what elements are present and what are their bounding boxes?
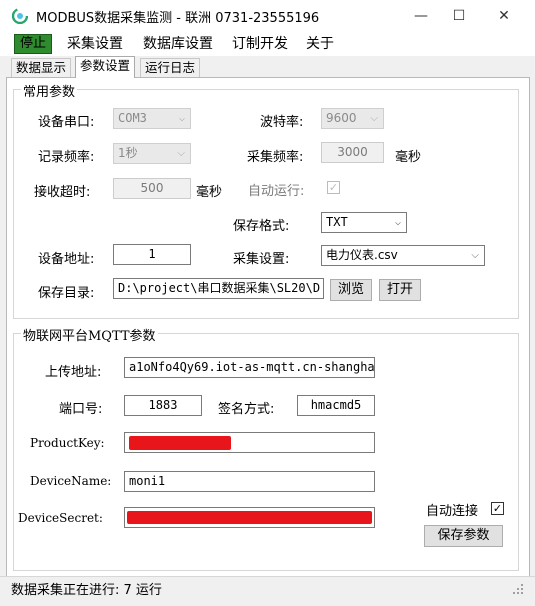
common-params-title: 常用参数 xyxy=(21,81,78,100)
device-secret-label: DeviceSecret: xyxy=(18,511,103,525)
baud-select[interactable]: 9600 ⌵ xyxy=(321,108,384,129)
chevron-down-icon: ⌵ xyxy=(394,217,401,228)
upload-addr-input[interactable]: a1oNfo4Qy69.iot-as-mqtt.cn-shanghai xyxy=(124,357,375,378)
chevron-down-icon: ⌵ xyxy=(471,250,479,261)
collect-freq-label: 采集频率: xyxy=(247,150,304,165)
chevron-down-icon: ⌵ xyxy=(178,113,185,124)
sign-method-input[interactable]: hmacmd5 xyxy=(297,395,375,416)
product-key-input[interactable] xyxy=(124,432,375,453)
menu-collect-settings[interactable]: 采集设置 xyxy=(65,32,125,56)
menu-custom-dev[interactable]: 订制开发 xyxy=(230,32,290,56)
upload-addr-label: 上传地址: xyxy=(45,365,102,380)
collect-setting-value: 电力仪表.csv xyxy=(326,248,398,262)
record-freq-value: 1秒 xyxy=(118,146,138,160)
device-name-input[interactable]: moni1 xyxy=(124,471,375,492)
port-label: 端口号: xyxy=(59,402,103,417)
baud-label: 波特率: xyxy=(260,115,304,130)
mqtt-params-title: 物联网平台MQTT参数 xyxy=(21,325,158,344)
save-format-label: 保存格式: xyxy=(233,219,290,234)
port-input[interactable]: 1883 xyxy=(124,395,202,416)
collect-setting-select[interactable]: 电力仪表.csv ⌵ xyxy=(321,245,485,266)
menu-about[interactable]: 关于 xyxy=(304,32,336,56)
save-dir-label: 保存目录: xyxy=(38,286,95,301)
device-secret-input[interactable] xyxy=(124,507,375,528)
save-dir-input[interactable]: D:\project\串口数据采集\SL20\D xyxy=(113,278,324,299)
redaction-mark xyxy=(129,436,231,450)
open-button[interactable]: 打开 xyxy=(379,279,421,301)
resize-grip-icon[interactable] xyxy=(512,583,524,595)
device-name-label: DeviceName: xyxy=(30,474,112,488)
serial-port-label: 设备串口: xyxy=(38,115,95,130)
save-params-button[interactable]: 保存参数 xyxy=(424,525,503,547)
collect-freq-input[interactable]: 3000 xyxy=(321,142,384,163)
tab-run-log[interactable]: 运行日志 xyxy=(140,58,201,77)
browse-button[interactable]: 浏览 xyxy=(330,279,372,301)
recv-timeout-label: 接收超时: xyxy=(34,185,91,200)
collect-freq-unit: 毫秒 xyxy=(395,150,422,165)
auto-connect-label: 自动连接 xyxy=(426,504,479,519)
record-freq-label: 记录频率: xyxy=(38,150,95,165)
auto-run-checkbox[interactable]: ✓ xyxy=(327,181,340,194)
device-addr-label: 设备地址: xyxy=(38,252,95,267)
chevron-down-icon: ⌵ xyxy=(370,113,378,124)
close-icon[interactable]: ✕ xyxy=(481,0,527,32)
serial-port-value: COM3 xyxy=(118,111,147,125)
redaction-mark xyxy=(127,511,372,524)
record-freq-select[interactable]: 1秒 ⌵ xyxy=(113,143,191,164)
app-logo-icon xyxy=(12,8,28,24)
stop-button[interactable]: 停止 xyxy=(14,34,52,54)
tab-parameter-settings[interactable]: 参数设置 xyxy=(75,56,136,78)
status-text: 数据采集正在进行: 7 运行 xyxy=(11,583,162,598)
tab-data-display[interactable]: 数据显示 xyxy=(11,58,72,77)
maximize-icon[interactable]: ☐ xyxy=(436,0,482,32)
device-addr-input[interactable]: 1 xyxy=(113,244,191,265)
baud-value: 9600 xyxy=(326,111,357,125)
recv-timeout-unit: 毫秒 xyxy=(196,185,223,200)
auto-connect-checkbox[interactable]: ✓ xyxy=(491,502,504,515)
product-key-label: ProductKey: xyxy=(30,436,105,450)
menu-database-settings[interactable]: 数据库设置 xyxy=(141,32,215,56)
save-format-value: TXT xyxy=(326,215,348,229)
collect-setting-label: 采集设置: xyxy=(233,252,290,267)
recv-timeout-input[interactable]: 500 xyxy=(113,178,191,199)
save-format-select[interactable]: TXT ⌵ xyxy=(321,212,407,233)
window-title: MODBUS数据采集监测 - 联洲 0731-23555196 xyxy=(36,11,320,26)
auto-run-label: 自动运行: xyxy=(248,184,305,199)
sign-method-label: 签名方式: xyxy=(218,402,275,417)
serial-port-select[interactable]: COM3 ⌵ xyxy=(113,108,191,129)
chevron-down-icon: ⌵ xyxy=(177,148,185,159)
